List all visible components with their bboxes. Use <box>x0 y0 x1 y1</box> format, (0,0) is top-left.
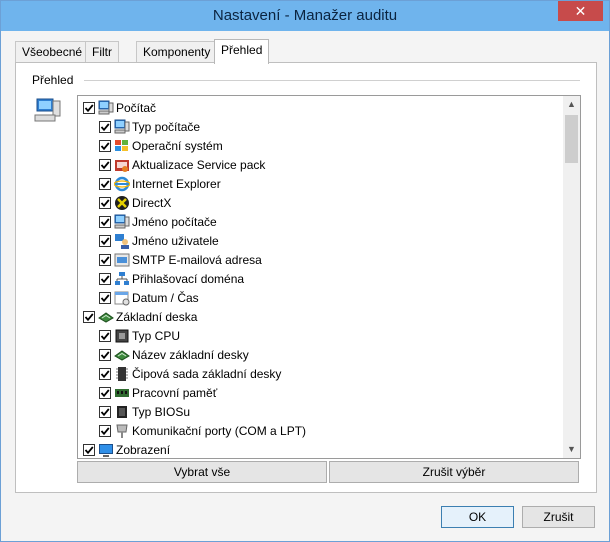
close-button[interactable]: ✕ <box>558 1 603 21</box>
title-bar: Nastavení - Manažer auditu ✕ <box>1 1 609 31</box>
computer-icon <box>114 119 130 135</box>
tree-item[interactable]: Jméno uživatele <box>99 231 219 250</box>
tree-item-label: Typ počítače <box>132 119 201 134</box>
tree-item-label: DirectX <box>132 195 172 210</box>
tree-item-label: Přihlašovací doména <box>132 271 245 286</box>
tree-item-checkbox[interactable] <box>99 272 111 285</box>
tree-item[interactable]: SMTP E-mailová adresa <box>99 250 262 269</box>
ok-button[interactable]: OK <box>441 506 514 528</box>
tree-item-checkbox[interactable] <box>99 291 111 304</box>
group-divider <box>84 80 580 81</box>
tree-item[interactable]: Jméno počítače <box>99 212 217 231</box>
tree-item-label: Typ BIOSu <box>132 404 191 419</box>
tree-item[interactable]: Typ BIOSu <box>99 402 190 421</box>
deselect-all-label: Zrušit výběr <box>422 465 486 479</box>
tree-item-checkbox[interactable] <box>99 386 111 399</box>
motherboard-icon <box>98 309 114 325</box>
cancel-button[interactable]: Zrušit <box>522 506 595 528</box>
tree-item-checkbox[interactable] <box>99 424 111 437</box>
settings-window: Nastavení - Manažer auditu ✕ Všeobecné F… <box>0 0 610 542</box>
tree-item-label: Aktualizace Service pack <box>132 157 266 172</box>
cpu-icon <box>114 328 130 344</box>
tree-item[interactable]: Zobrazení <box>83 440 171 458</box>
tree-item-label: Zobrazení <box>116 442 171 457</box>
bios-icon <box>114 404 130 420</box>
tree-item-label: Jméno počítače <box>132 214 217 229</box>
tree-item[interactable]: Typ počítače <box>99 117 200 136</box>
tree-item[interactable]: Čipová sada základní desky <box>99 364 281 383</box>
tree-item-checkbox[interactable] <box>99 196 111 209</box>
internet-explorer-icon <box>113 176 131 192</box>
windows-logo-icon <box>114 138 130 154</box>
port-icon <box>114 423 130 439</box>
tree-item[interactable]: Pracovní paměť <box>99 383 217 402</box>
tree-item-label: Operační systém <box>132 138 223 153</box>
user-icon <box>114 233 130 249</box>
select-all-button[interactable]: Vybrat vše <box>77 461 327 483</box>
tree-item[interactable]: DirectX <box>99 193 171 212</box>
tab-prehled[interactable]: Přehled <box>214 39 270 64</box>
network-icon <box>114 271 130 287</box>
scroll-down-arrow-icon[interactable]: ▼ <box>563 441 580 458</box>
tree-item-label: Pracovní paměť <box>132 385 218 400</box>
tree-item-label: Komunikační porty (COM a LPT) <box>132 423 307 438</box>
tree-item-checkbox[interactable] <box>99 158 111 171</box>
tab-vseobecne[interactable]: Všeobecné <box>15 41 90 63</box>
display-icon <box>98 442 114 458</box>
tree-item-label: Čipová sada základní desky <box>132 366 282 381</box>
tree-item[interactable]: Internet Explorer <box>99 174 221 193</box>
computer-icon <box>34 97 64 130</box>
calendar-icon <box>114 290 130 306</box>
scrollbar-thumb[interactable] <box>565 115 578 163</box>
memory-icon <box>114 385 130 401</box>
tree-item[interactable]: Typ CPU <box>99 326 180 345</box>
tree-item-label: Typ CPU <box>132 328 181 343</box>
update-icon <box>114 157 130 173</box>
tree-item[interactable]: Datum / Čas <box>99 288 199 307</box>
computer-icon <box>114 214 130 230</box>
tree-item-label: Internet Explorer <box>132 176 221 191</box>
computer-icon <box>98 100 114 116</box>
tree-item-label: Základní deska <box>116 309 198 324</box>
tree-item[interactable]: Počítač <box>83 98 156 117</box>
tree-item[interactable]: Název základní desky <box>99 345 249 364</box>
tree-item-label: Jméno uživatele <box>132 233 219 248</box>
scroll-up-arrow-icon[interactable]: ▲ <box>563 96 580 113</box>
tree-item-label: Počítač <box>116 100 157 115</box>
tree-item-checkbox[interactable] <box>99 348 111 361</box>
tree-item-checkbox[interactable] <box>99 139 111 152</box>
motherboard-icon <box>114 347 130 363</box>
deselect-all-button[interactable]: Zrušit výběr <box>329 461 579 483</box>
directx-icon <box>114 195 130 211</box>
select-all-label: Vybrat vše <box>173 465 231 479</box>
tree-item-label: Název základní desky <box>132 347 249 362</box>
tree-item[interactable]: Základní deska <box>83 307 197 326</box>
tree-item-checkbox[interactable] <box>99 405 111 418</box>
tree-item-checkbox[interactable] <box>99 367 111 380</box>
tree-item-checkbox[interactable] <box>99 253 111 266</box>
tree-item-checkbox[interactable] <box>99 215 111 228</box>
tab-filtr[interactable]: Filtr <box>85 41 119 63</box>
email-icon <box>114 252 130 268</box>
tree-item-checkbox[interactable] <box>99 234 111 247</box>
tree-item-checkbox[interactable] <box>83 310 95 323</box>
tab-panel: Přehled Počítač Typ počítače Operační syst… <box>15 62 597 493</box>
tree-item-label: SMTP E-mailová adresa <box>132 252 262 267</box>
tree-item-checkbox[interactable] <box>99 177 111 190</box>
overview-tree[interactable]: Počítač Typ počítače Operační systém Aktual… <box>77 95 581 459</box>
window-title: Nastavení - Manažer auditu <box>212 7 398 24</box>
tree-item-checkbox[interactable] <box>99 120 111 133</box>
tree-item[interactable]: Přihlašovací doména <box>99 269 244 288</box>
chipset-icon <box>114 366 130 382</box>
tab-komponenty[interactable]: Komponenty <box>136 41 218 63</box>
group-label: Přehled <box>32 73 78 87</box>
tree-item-label: Datum / Čas <box>132 290 199 305</box>
tree-item-checkbox[interactable] <box>83 443 95 456</box>
tree-item[interactable]: Komunikační porty (COM a LPT) <box>99 421 306 440</box>
tree-item[interactable]: Aktualizace Service pack <box>99 155 265 174</box>
tree-item-checkbox[interactable] <box>83 101 95 114</box>
tree-item[interactable]: Operační systém <box>99 136 223 155</box>
tree-item-checkbox[interactable] <box>99 329 111 342</box>
vertical-scrollbar[interactable]: ▲ ▼ <box>563 96 580 458</box>
